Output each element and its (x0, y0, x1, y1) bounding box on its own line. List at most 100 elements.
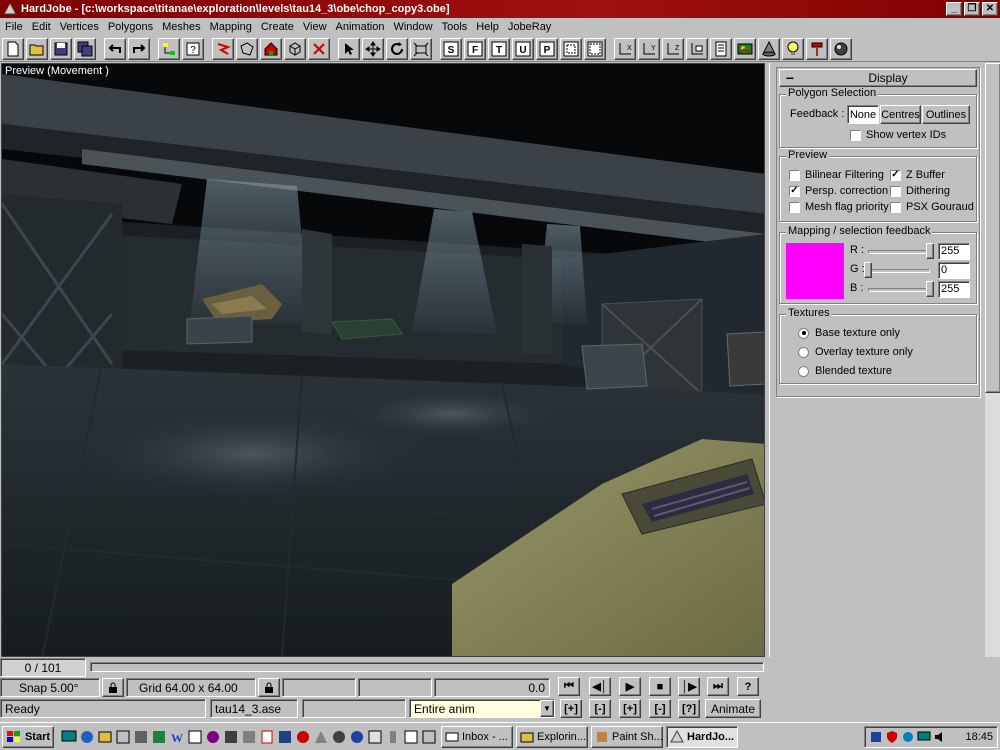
app-quicklaunch-icon[interactable] (385, 729, 401, 745)
axis-z-button[interactable]: Z (662, 37, 684, 60)
texture-browser-button[interactable] (734, 37, 756, 60)
app-quicklaunch-icon[interactable] (277, 729, 293, 745)
r-slider-thumb[interactable] (926, 243, 934, 259)
base-texture-only-radio[interactable]: Base texture only (798, 327, 900, 339)
menu-create[interactable]: Create (258, 21, 297, 33)
zoom-all-button[interactable] (584, 37, 606, 60)
blended-texture-radio[interactable]: Blended texture (798, 365, 892, 377)
feedback-none-button[interactable]: None (847, 105, 879, 124)
r-slider-track[interactable] (868, 250, 930, 254)
query-button[interactable]: ? (182, 37, 204, 60)
view-s-button[interactable]: S (440, 37, 462, 60)
tray-icon[interactable] (869, 730, 883, 744)
panel-scroll-thumb[interactable] (985, 63, 1000, 393)
chevron-down-icon[interactable]: ▼ (540, 700, 554, 717)
zoom-extents-button[interactable] (560, 37, 582, 60)
app-quicklaunch-icon[interactable] (133, 729, 149, 745)
app-quicklaunch-icon[interactable] (349, 729, 365, 745)
bilinear-filtering-checkbox[interactable]: Bilinear Filtering (789, 169, 884, 181)
task-hardjobe[interactable]: HardJo... (666, 725, 738, 748)
app-quicklaunch-icon[interactable] (223, 729, 239, 745)
cube-tool-button[interactable] (284, 37, 306, 60)
minimize-button[interactable]: _ (946, 2, 962, 16)
explorer-quicklaunch-icon[interactable] (79, 729, 95, 745)
word-quicklaunch-icon[interactable]: W (169, 729, 185, 745)
app-quicklaunch-icon[interactable] (313, 729, 329, 745)
delete-range-button[interactable]: [-] (649, 699, 671, 718)
delete-key-button[interactable]: [-] (589, 699, 611, 718)
menu-file[interactable]: File (2, 21, 26, 33)
spline-tool-button[interactable] (212, 37, 234, 60)
view-p-button[interactable]: P (536, 37, 558, 60)
go-to-end-button[interactable]: ⏭ (707, 677, 729, 696)
delete-tool-button[interactable] (308, 37, 330, 60)
view-u-button[interactable]: U (512, 37, 534, 60)
next-frame-button[interactable]: │▶ (678, 677, 700, 696)
anim-select[interactable]: Entire anim ▼ (409, 699, 555, 718)
display-rollout-header[interactable]: − Display (779, 69, 977, 87)
notes-button[interactable] (710, 37, 732, 60)
app-quicklaunch-icon[interactable] (187, 729, 203, 745)
menu-meshes[interactable]: Meshes (159, 21, 204, 33)
show-vertex-ids-checkbox[interactable]: Show vertex IDs (850, 129, 946, 141)
persp-correction-checkbox[interactable]: ✓ Persp. correction (789, 185, 888, 197)
move-tool-button[interactable] (362, 37, 384, 60)
grid-readout[interactable]: Grid 64.00 x 64.00 (126, 678, 256, 697)
app-quicklaunch-icon[interactable] (259, 729, 275, 745)
undo-button[interactable] (104, 37, 126, 60)
overlay-texture-only-radio[interactable]: Overlay texture only (798, 346, 913, 358)
task-exploring[interactable]: Explorin... (516, 725, 588, 748)
previous-frame-button[interactable]: ◀│ (589, 677, 611, 696)
save-button[interactable] (50, 37, 72, 60)
monitor-icon[interactable] (917, 730, 931, 744)
open-file-button[interactable] (26, 37, 48, 60)
app-quicklaunch-icon[interactable] (403, 729, 419, 745)
app-quicklaunch-icon[interactable] (241, 729, 257, 745)
axis-x-button[interactable]: X (614, 37, 636, 60)
axis-view-button[interactable] (686, 37, 708, 60)
rotate-tool-button[interactable] (386, 37, 408, 60)
hammer-tool-button[interactable] (806, 37, 828, 60)
excel-quicklaunch-icon[interactable] (151, 729, 167, 745)
help-button[interactable]: ? (737, 677, 759, 696)
house-tool-button[interactable] (260, 37, 282, 60)
app-quicklaunch-icon[interactable] (205, 729, 221, 745)
menu-help[interactable]: Help (473, 21, 502, 33)
menu-window[interactable]: Window (390, 21, 435, 33)
mesh-flag-priority-checkbox[interactable]: Mesh flag priority (789, 201, 889, 213)
app-quicklaunch-icon[interactable] (331, 729, 347, 745)
preview-viewport[interactable]: Preview (Movement ) (1, 63, 765, 657)
feedback-outlines-button[interactable]: Outlines (922, 105, 970, 124)
close-button[interactable]: ✕ (982, 2, 998, 16)
tray-icon[interactable] (901, 730, 915, 744)
feedback-color-swatch[interactable] (786, 243, 844, 299)
timeline-track[interactable] (90, 662, 764, 672)
task-paint-shop[interactable]: Paint Sh... (591, 725, 663, 748)
add-range-button[interactable]: [+] (619, 699, 641, 718)
menu-joberay[interactable]: JobeRay (505, 21, 554, 33)
outlook-quicklaunch-icon[interactable] (97, 729, 113, 745)
app-quicklaunch-icon[interactable] (367, 729, 383, 745)
psx-gouraud-checkbox[interactable]: PSX Gouraud (890, 201, 974, 213)
key-info-button[interactable]: [?] (678, 699, 700, 718)
snap-readout[interactable]: Snap 5.00° (0, 678, 100, 697)
scale-tool-button[interactable] (410, 37, 432, 60)
app-quicklaunch-icon[interactable] (421, 729, 437, 745)
redo-button[interactable] (128, 37, 150, 60)
save-all-button[interactable] (74, 37, 96, 60)
dithering-checkbox[interactable]: Dithering (890, 185, 950, 197)
polygon-tool-button[interactable] (236, 37, 258, 60)
add-key-button[interactable]: [+] (560, 699, 582, 718)
volume-icon[interactable] (933, 730, 947, 744)
menu-view[interactable]: View (300, 21, 330, 33)
go-to-start-button[interactable]: ⏮ (558, 677, 580, 696)
select-tool-button[interactable] (338, 37, 360, 60)
axis-y-button[interactable]: Y (638, 37, 660, 60)
shield-icon[interactable] (885, 730, 899, 744)
view-t-button[interactable]: T (488, 37, 510, 60)
new-file-button[interactable] (2, 37, 24, 60)
b-value-field[interactable]: 255 (938, 281, 970, 298)
restore-button[interactable]: ❐ (964, 2, 980, 16)
app-quicklaunch-icon[interactable] (115, 729, 131, 745)
g-value-field[interactable]: 0 (938, 262, 970, 279)
